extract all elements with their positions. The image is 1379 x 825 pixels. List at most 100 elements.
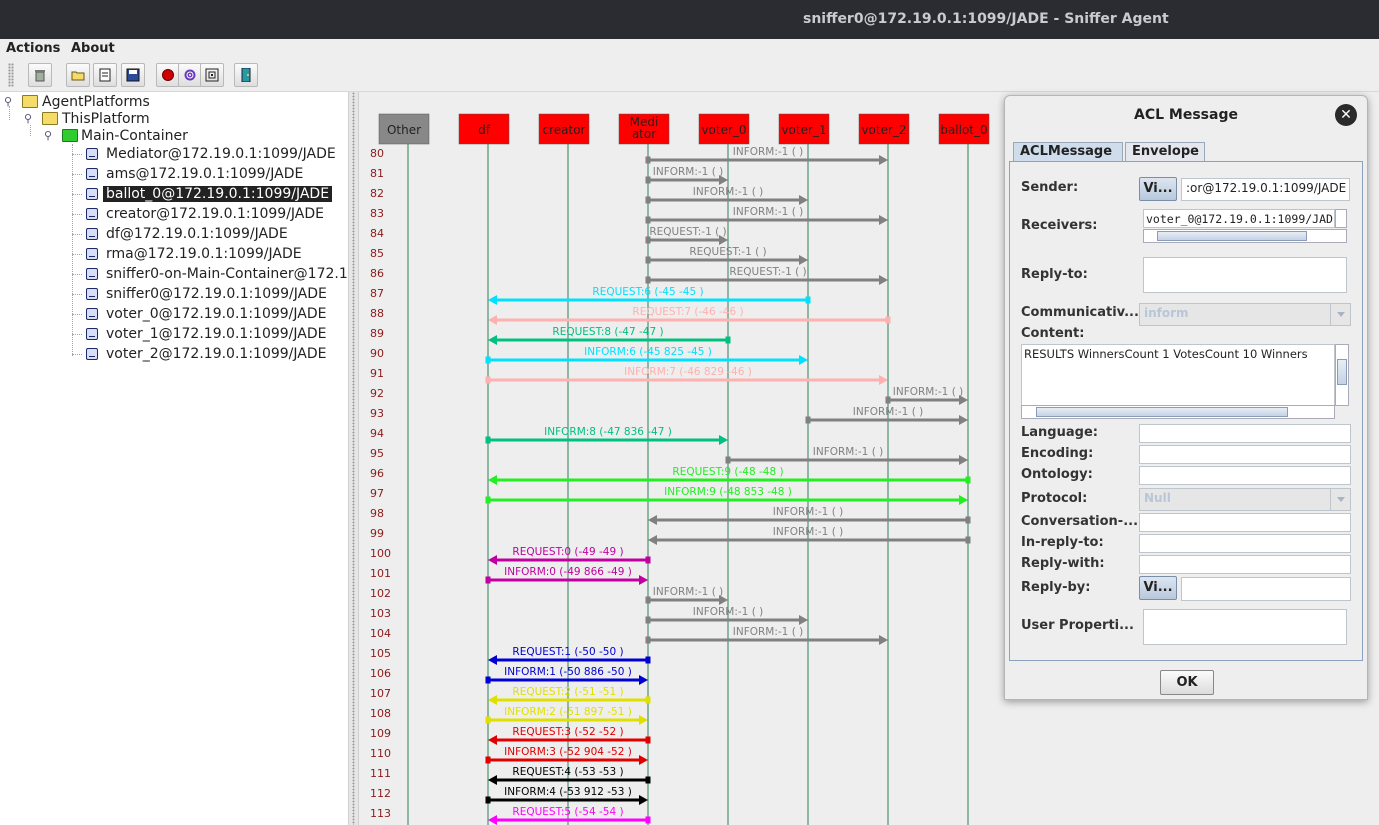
message-label[interactable]: REQUEST:3 (-52 -52 ) — [512, 726, 623, 738]
message-label[interactable]: INFORM:6 (-45 825 -45 ) — [584, 346, 712, 358]
record-button[interactable] — [156, 63, 180, 87]
content-textarea[interactable]: RESULTS WinnersCount 1 VotesCount 10 Win… — [1021, 344, 1335, 406]
receivers-list[interactable]: voter_0@172.19.0.1:1099/JADE — [1143, 209, 1335, 228]
message-label[interactable]: INFORM:0 (-49 866 -49 ) — [504, 566, 632, 578]
receivers-vertical-scrollbar[interactable] — [1335, 209, 1347, 228]
message-label[interactable]: REQUEST:1 (-50 -50 ) — [512, 646, 623, 658]
scrollbar-thumb[interactable] — [1157, 231, 1307, 241]
message-arrowhead — [488, 735, 497, 745]
target-button[interactable] — [200, 63, 224, 87]
document-button[interactable] — [93, 63, 117, 87]
agent-box-label: voter_1 — [781, 123, 826, 137]
message-label[interactable]: INFORM:-1 ( ) — [693, 186, 764, 198]
message-label[interactable]: INFORM:3 (-52 904 -52 ) — [504, 746, 632, 758]
tree-connector — [72, 254, 82, 255]
message-arrowhead — [488, 555, 497, 565]
save-button[interactable] — [121, 63, 145, 87]
sender-field[interactable]: :or@172.19.0.1:1099/JADE — [1181, 178, 1350, 201]
message-arrow-tail — [645, 176, 651, 184]
message-label[interactable]: INFORM:-1 ( ) — [773, 526, 844, 538]
message-label[interactable]: INFORM:2 (-51 897 -51 ) — [504, 706, 632, 718]
message-label[interactable]: REQUEST:0 (-49 -49 ) — [512, 546, 623, 558]
message-arrow-tail — [645, 276, 651, 284]
message-label[interactable]: INFORM:-1 ( ) — [693, 606, 764, 618]
tab-envelope[interactable]: Envelope — [1125, 142, 1205, 162]
message-arrow-tail — [645, 656, 651, 664]
message-arrowhead — [639, 575, 648, 585]
content-vertical-scrollbar[interactable] — [1335, 344, 1349, 406]
chevron-down-icon[interactable] — [1330, 489, 1350, 510]
agent-icon — [86, 348, 98, 360]
tree-connector — [30, 125, 31, 136]
message-label[interactable]: INFORM:-1 ( ) — [733, 206, 804, 218]
clear-button[interactable] — [28, 63, 52, 87]
pane-splitter[interactable] — [348, 92, 359, 825]
message-label[interactable]: REQUEST:-1 ( ) — [649, 226, 726, 238]
encoding-field[interactable] — [1139, 445, 1351, 464]
swirl-button[interactable] — [178, 63, 202, 87]
scrollbar-thumb[interactable] — [1036, 407, 1288, 417]
reply-by-view-button[interactable]: Vi... — [1139, 576, 1177, 600]
tree-connector — [72, 274, 82, 275]
message-label[interactable]: INFORM:8 (-47 836 -47 ) — [544, 426, 672, 438]
message-label[interactable]: INFORM:1 (-50 886 -50 ) — [504, 666, 632, 678]
message-label[interactable]: INFORM:-1 ( ) — [733, 626, 804, 638]
message-label[interactable]: REQUEST:6 (-45 -45 ) — [592, 286, 703, 298]
message-label[interactable]: REQUEST:2 (-51 -51 ) — [512, 686, 623, 698]
message-label[interactable]: REQUEST:-1 ( ) — [689, 246, 766, 258]
ok-button[interactable]: OK — [1160, 670, 1214, 695]
sender-view-button[interactable]: Vi... — [1139, 177, 1177, 201]
message-row-number: 98 — [370, 507, 384, 520]
message-label[interactable]: REQUEST:7 (-46 -46 ) — [632, 306, 743, 318]
message-label[interactable]: INFORM:-1 ( ) — [893, 386, 964, 398]
message-row-number: 82 — [370, 187, 384, 200]
toolbar-grip-icon[interactable] — [8, 63, 14, 87]
message-label[interactable]: REQUEST:8 (-47 -47 ) — [552, 326, 663, 338]
tab-aclmessage[interactable]: ACLMessage — [1013, 142, 1123, 162]
message-label[interactable]: INFORM:-1 ( ) — [773, 506, 844, 518]
exit-button[interactable] — [234, 63, 258, 87]
message-row-number: 111 — [370, 767, 391, 780]
message-label[interactable]: REQUEST:9 (-48 -48 ) — [672, 466, 783, 478]
ontology-label: Ontology: — [1021, 467, 1093, 482]
reply-to-field[interactable] — [1143, 257, 1347, 293]
scrollbar-thumb[interactable] — [1337, 359, 1347, 385]
message-label[interactable]: REQUEST:5 (-54 -54 ) — [512, 806, 623, 818]
message-label[interactable]: INFORM:-1 ( ) — [853, 406, 924, 418]
message-arrowhead — [799, 195, 808, 205]
expand-handle-icon[interactable]: ⚲ — [4, 95, 12, 108]
message-label[interactable]: INFORM:9 (-48 853 -48 ) — [664, 486, 792, 498]
message-label[interactable]: INFORM:-1 ( ) — [653, 166, 724, 178]
in-reply-to-field[interactable] — [1139, 534, 1351, 553]
chevron-down-icon[interactable] — [1330, 304, 1350, 325]
reply-by-field[interactable] — [1181, 577, 1351, 601]
message-arrowhead — [639, 755, 648, 765]
menu-actions[interactable]: Actions — [6, 41, 60, 56]
open-button[interactable] — [66, 63, 90, 87]
user-properties-field[interactable] — [1143, 609, 1347, 645]
communicative-act-select[interactable]: inform — [1139, 303, 1351, 326]
message-label[interactable]: INFORM:-1 ( ) — [813, 446, 884, 458]
expand-handle-icon[interactable]: ⚲ — [44, 129, 52, 142]
reply-with-field[interactable] — [1139, 555, 1351, 574]
agent-tree-pane[interactable]: ⚲ AgentPlatforms ⚲ ThisPlatform ⚲ Main-C… — [0, 92, 348, 825]
ontology-field[interactable] — [1139, 466, 1351, 485]
message-label[interactable]: INFORM:4 (-53 912 -53 ) — [504, 786, 632, 798]
close-icon[interactable]: ✕ — [1335, 104, 1357, 126]
message-label[interactable]: INFORM:7 (-46 829 -46 ) — [624, 366, 752, 378]
message-label[interactable]: REQUEST:-1 ( ) — [729, 266, 806, 278]
message-row-number: 109 — [370, 727, 391, 740]
message-arrowhead — [799, 255, 808, 265]
message-row-number: 100 — [370, 547, 391, 560]
message-label[interactable]: REQUEST:4 (-53 -53 ) — [512, 766, 623, 778]
expand-handle-icon[interactable]: ⚲ — [24, 112, 32, 125]
message-label[interactable]: INFORM:-1 ( ) — [653, 586, 724, 598]
conversation-id-field[interactable] — [1139, 513, 1351, 532]
language-field[interactable] — [1139, 424, 1351, 443]
tree-agent-label: df@172.19.0.1:1099/JADE — [106, 226, 288, 242]
message-label[interactable]: INFORM:-1 ( ) — [733, 146, 804, 158]
menu-about[interactable]: About — [71, 41, 115, 56]
protocol-select[interactable]: Null — [1139, 488, 1351, 511]
receivers-horizontal-scrollbar[interactable] — [1143, 229, 1347, 243]
content-horizontal-scrollbar[interactable] — [1021, 405, 1335, 419]
